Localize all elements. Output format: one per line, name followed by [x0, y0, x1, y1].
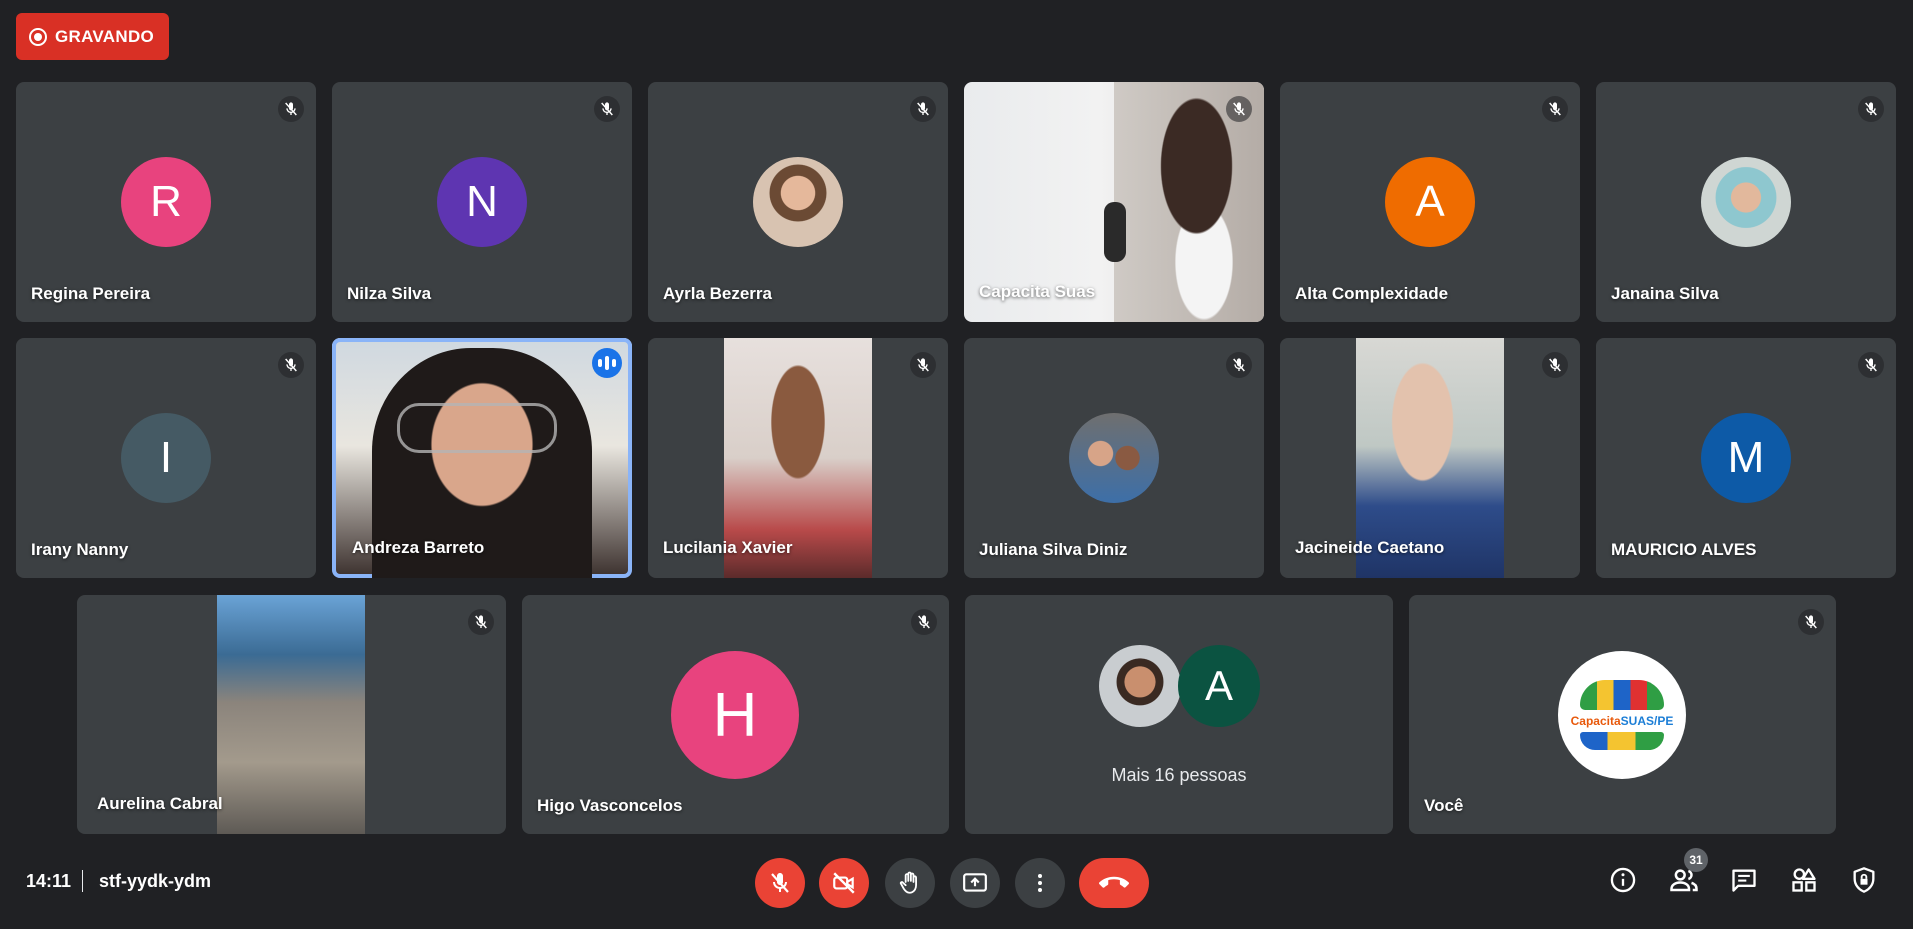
info-icon — [1610, 867, 1636, 893]
mic-toggle-button[interactable] — [755, 858, 805, 908]
avatar: A — [1178, 645, 1260, 727]
meeting-details-button[interactable] — [1605, 862, 1641, 898]
meeting-code: stf-yydk-ydm — [99, 871, 212, 891]
activities-button[interactable] — [1786, 862, 1822, 898]
mic-off-icon — [278, 352, 304, 378]
participant-name: Janaina Silva — [1611, 284, 1719, 303]
participant-tile[interactable]: A Alta Complexidade — [1280, 82, 1580, 322]
more-options-button[interactable] — [1015, 858, 1065, 908]
logo-text-suas: SUAS/PE — [1620, 714, 1674, 728]
raise-hand-button[interactable] — [885, 858, 935, 908]
participant-tile[interactable]: Janaina Silva — [1596, 82, 1896, 322]
recording-badge[interactable]: GRAVANDO — [16, 13, 170, 60]
participant-name: Alta Complexidade — [1295, 284, 1449, 303]
mic-off-icon — [278, 96, 304, 122]
participant-tile[interactable]: N Nilza Silva — [332, 82, 632, 322]
shield-lock-icon — [1853, 867, 1875, 893]
control-bar: 14:11 stf-yydk-ydm — [0, 850, 1913, 916]
participant-name: MAURICIO ALVES — [1611, 540, 1757, 559]
participant-tile[interactable]: I Irany Nanny — [16, 338, 316, 578]
video-feed — [217, 595, 365, 834]
participant-name: Regina Pereira — [31, 284, 151, 303]
present-screen-button[interactable] — [950, 858, 1000, 908]
participant-video-tile[interactable]: Capacita Suas — [964, 82, 1264, 322]
meeting-time: 14:11 — [26, 871, 72, 891]
participant-tile[interactable]: R Regina Pereira — [16, 82, 316, 322]
mic-off-icon — [768, 871, 792, 895]
videocam-off-icon — [833, 872, 855, 894]
avatar: N — [437, 157, 527, 247]
participant-video-tile[interactable]: Andreza Barreto — [332, 338, 632, 578]
avatar-photo — [1069, 413, 1159, 503]
participant-name: Juliana Silva Diniz — [979, 540, 1128, 559]
participant-name: Aurelina Cabral — [97, 794, 223, 813]
participant-tile[interactable]: Ayrla Bezerra — [648, 82, 948, 322]
self-tile[interactable]: CapacitaSUAS/PE Você — [1409, 595, 1836, 834]
flags-icon — [1580, 732, 1664, 750]
record-icon — [29, 27, 47, 46]
participant-name: Ayrla Bezerra — [663, 284, 772, 303]
glasses — [397, 403, 557, 453]
mic-off-icon — [1226, 352, 1252, 378]
leave-call-button[interactable] — [1079, 858, 1149, 908]
avatar: R — [121, 157, 211, 247]
hand-icon — [899, 871, 917, 894]
participant-name: Jacineide Caetano — [1295, 538, 1445, 557]
mic-off-icon — [911, 609, 937, 635]
mic-off-icon — [1226, 96, 1252, 122]
participant-tile[interactable]: H Higo Vasconcelos — [522, 595, 949, 834]
mic-off-icon — [910, 96, 936, 122]
more-vert-icon — [1038, 874, 1042, 892]
host-controls-button[interactable] — [1846, 862, 1882, 898]
chat-button[interactable] — [1726, 862, 1762, 898]
avatar-photo — [753, 157, 843, 247]
logo-avatar: CapacitaSUAS/PE — [1558, 651, 1686, 779]
recording-label: GRAVANDO — [55, 26, 155, 46]
mic-off-icon — [468, 609, 494, 635]
participant-tile[interactable]: Juliana Silva Diniz — [964, 338, 1264, 578]
present-screen-icon — [963, 873, 987, 892]
participant-name: Irany Nanny — [31, 540, 129, 559]
people-count-badge: 31 — [1684, 848, 1708, 872]
more-participants-label: Mais 16 pessoas — [1111, 765, 1247, 785]
participant-name: Nilza Silva — [347, 284, 432, 303]
logo-text-capacita: Capacita — [1570, 714, 1621, 728]
flags-icon — [1580, 680, 1664, 710]
mic-off-icon — [1858, 352, 1884, 378]
mic-off-icon — [1858, 96, 1884, 122]
participant-video-tile[interactable]: Jacineide Caetano — [1280, 338, 1580, 578]
participant-video-tile[interactable]: Lucilania Xavier — [648, 338, 948, 578]
mic-off-icon — [910, 352, 936, 378]
participant-name: Andreza Barreto — [352, 538, 485, 557]
avatar-photo — [1099, 645, 1181, 727]
headphones — [1104, 202, 1126, 262]
call-end-icon — [1099, 876, 1129, 888]
avatar: I — [121, 413, 211, 503]
participant-name: Você — [1424, 796, 1464, 815]
camera-toggle-button[interactable] — [819, 858, 869, 908]
participant-name: Higo Vasconcelos — [537, 796, 683, 815]
avatar-photo — [1701, 157, 1791, 247]
divider — [82, 870, 83, 892]
mic-off-icon — [1798, 609, 1824, 635]
chat-icon — [1732, 869, 1756, 892]
avatar: M — [1701, 413, 1791, 503]
participant-name: Capacita Suas — [979, 282, 1096, 301]
more-participants-tile[interactable]: A Mais 16 pessoas — [965, 595, 1393, 834]
participant-name: Lucilania Xavier — [663, 538, 793, 557]
avatar: H — [671, 651, 799, 779]
participant-tile[interactable]: M MAURICIO ALVES — [1596, 338, 1896, 578]
avatar: A — [1385, 157, 1475, 247]
mic-off-icon — [594, 96, 620, 122]
activities-icon — [1792, 868, 1816, 892]
mic-off-icon — [1542, 352, 1568, 378]
speaking-indicator-icon — [592, 348, 622, 378]
participant-video-tile[interactable]: Aurelina Cabral — [77, 595, 506, 834]
mic-off-icon — [1542, 96, 1568, 122]
